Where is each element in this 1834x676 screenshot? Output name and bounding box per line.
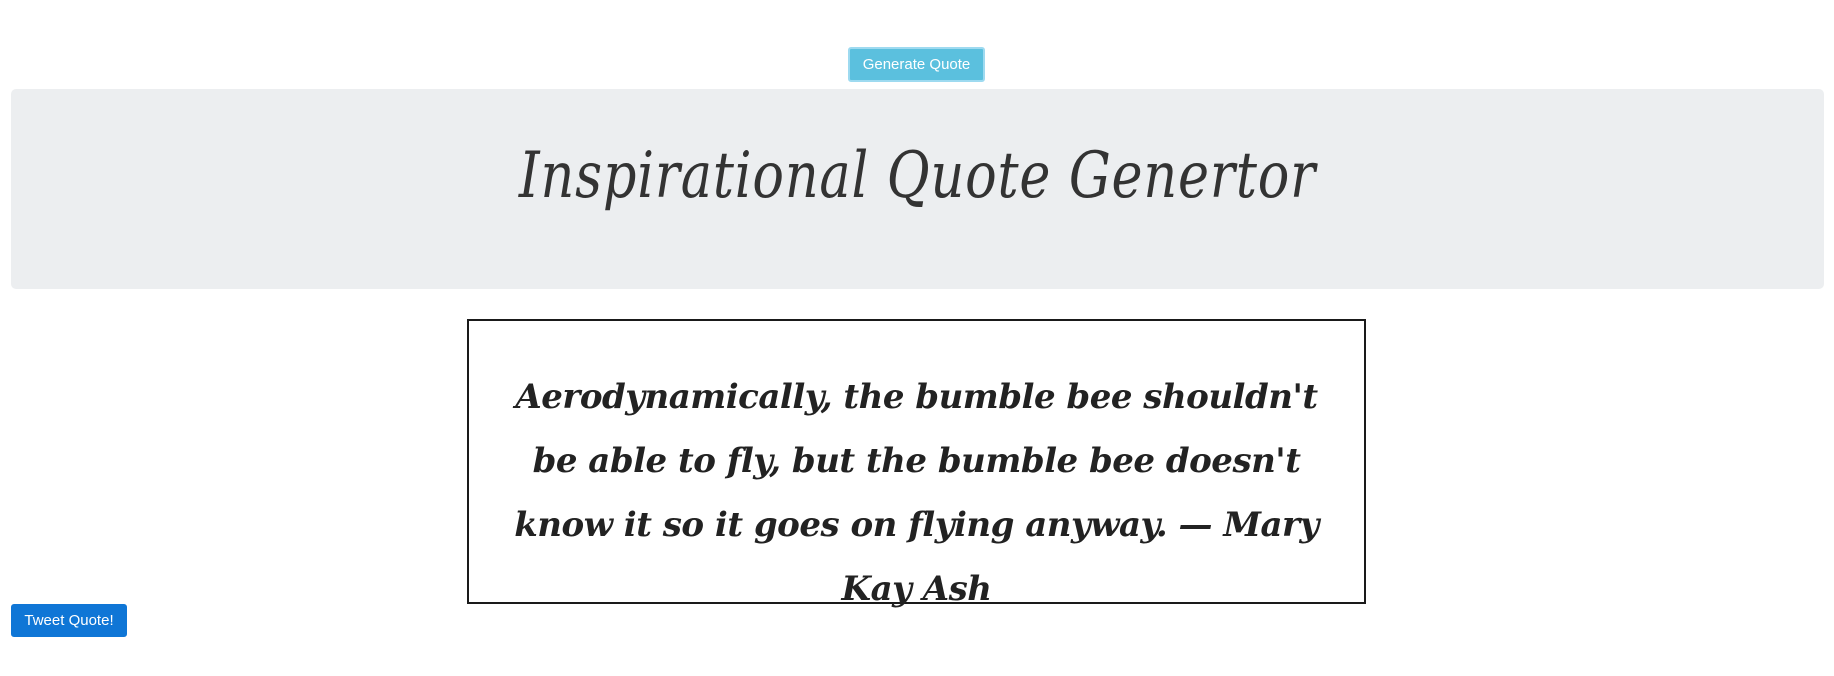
generate-quote-button[interactable]: Generate Quote bbox=[848, 47, 985, 82]
quote-box: Aerodynamically, the bumble bee shouldn'… bbox=[467, 319, 1366, 609]
page: Generate Quote Inspirational Quote Gener… bbox=[0, 0, 1834, 676]
page-title: Inspirational Quote Genertor bbox=[518, 139, 1317, 213]
jumbotron-header: Inspirational Quote Genertor bbox=[11, 89, 1824, 289]
tweet-quote-button[interactable]: Tweet Quote! bbox=[11, 604, 127, 637]
quote-text: Aerodynamically, the bumble bee shouldn'… bbox=[514, 377, 1319, 609]
